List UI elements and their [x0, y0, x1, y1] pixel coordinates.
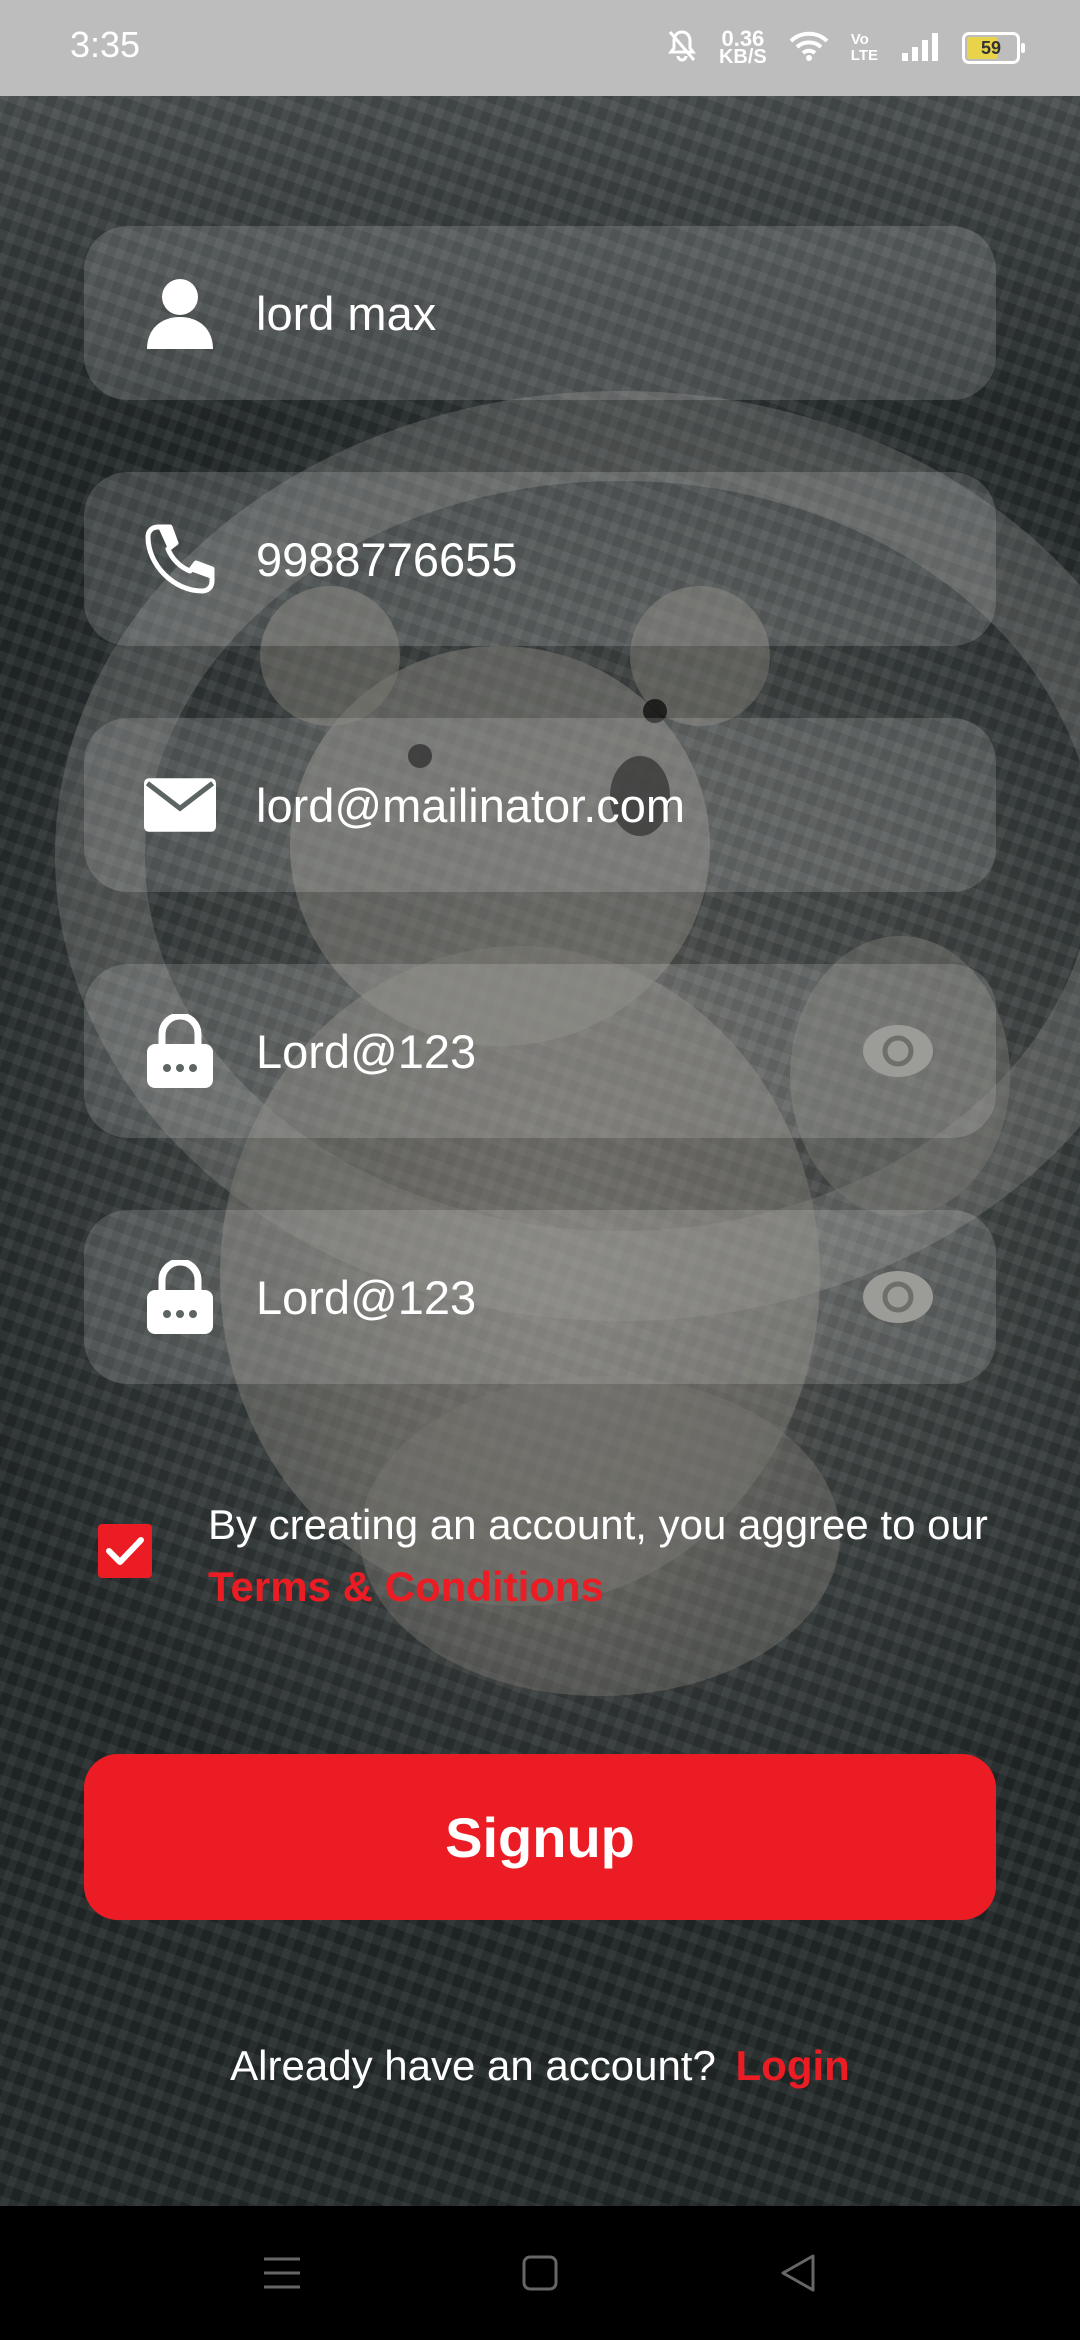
back-icon[interactable] — [773, 2248, 823, 2298]
phone-icon — [144, 523, 216, 595]
password-input[interactable] — [254, 1022, 878, 1080]
lock-icon — [144, 1014, 216, 1088]
wifi-icon — [789, 31, 829, 66]
lock-icon — [144, 1260, 216, 1334]
network-speed: 0.36 KB/S — [718, 26, 767, 68]
password-field[interactable] — [84, 964, 996, 1138]
bell-off-icon — [667, 29, 697, 68]
home-icon[interactable] — [515, 2248, 565, 2298]
terms-checkbox[interactable] — [98, 1524, 152, 1578]
eye-icon[interactable] — [862, 1270, 934, 1324]
name-field[interactable] — [84, 226, 996, 400]
signal-icon — [900, 31, 940, 66]
confirm-password-input[interactable] — [254, 1268, 878, 1326]
terms-text: By creating an account, you aggree to ou… — [208, 1501, 988, 1610]
email-field[interactable] — [84, 718, 996, 892]
phone-field[interactable] — [84, 472, 996, 646]
eye-icon[interactable] — [862, 1024, 934, 1078]
check-icon — [106, 1537, 144, 1565]
person-icon — [144, 277, 216, 349]
navigation-bar — [0, 2206, 1080, 2340]
confirm-password-field[interactable] — [84, 1210, 996, 1384]
login-link[interactable]: Login — [736, 2042, 850, 2089]
mail-icon — [144, 769, 216, 841]
email-input[interactable] — [254, 776, 878, 834]
terms-row: By creating an account, you aggree to ou… — [98, 1494, 998, 1624]
name-input[interactable] — [254, 284, 878, 342]
phone-input[interactable] — [254, 530, 878, 588]
menu-icon[interactable] — [257, 2248, 307, 2298]
status-icons: 0.36 KB/S Vo LTE 59 — [667, 22, 1025, 74]
status-time: 3:35 — [70, 24, 141, 65]
status-bar: 3:35 0.36 KB/S Vo LTE 59 — [0, 0, 1080, 96]
battery-icon: 59 — [962, 32, 1025, 64]
login-prompt: Already have an account? Login — [230, 2042, 850, 2089]
volte-indicator: Vo LTE — [850, 31, 878, 64]
signup-button[interactable]: Signup — [84, 1754, 996, 1920]
terms-link[interactable]: Terms & Conditions — [208, 1563, 604, 1610]
